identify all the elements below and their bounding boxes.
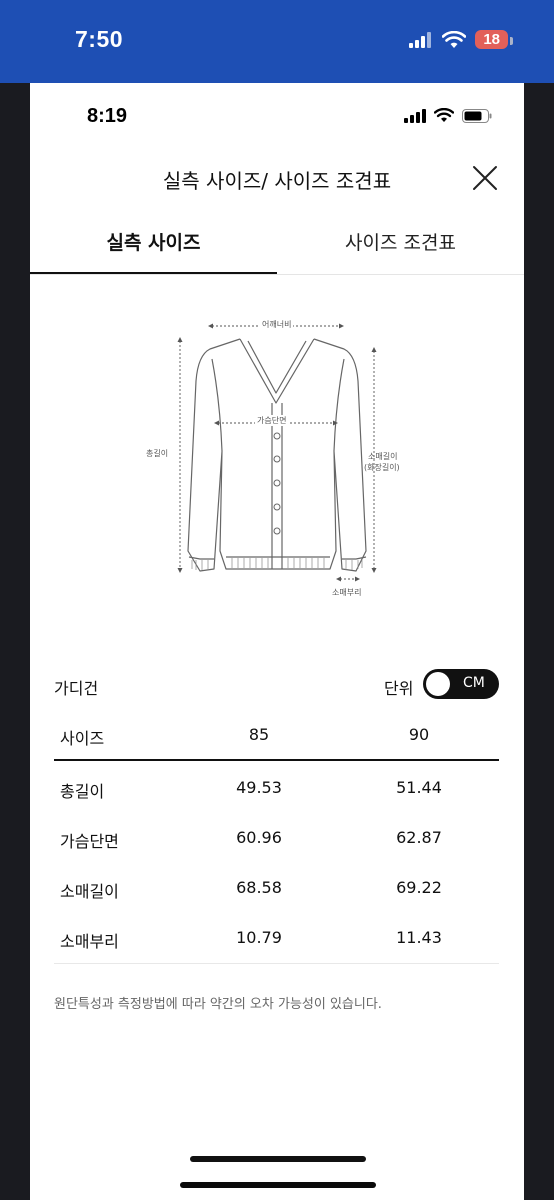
row-label: 가슴단면 bbox=[60, 832, 119, 851]
device-frame-left bbox=[0, 83, 30, 1200]
sleeve-length-label: 소매길이 bbox=[368, 452, 398, 461]
inner-status-icons bbox=[404, 108, 492, 123]
table-row: 소매부리 10.79 11.43 bbox=[54, 913, 499, 963]
battery-icon: 18 bbox=[475, 30, 513, 49]
tab-size-chart[interactable]: 사이즈 조견표 bbox=[277, 228, 524, 274]
header-size: 사이즈 bbox=[60, 729, 105, 748]
signal-icon bbox=[409, 31, 432, 48]
row-value: 69.22 bbox=[396, 878, 442, 897]
shoulder-width-label: 어깨너비 bbox=[260, 319, 294, 330]
table-row: 총길이 49.53 51.44 bbox=[54, 763, 499, 813]
tab-measured-size[interactable]: 실측 사이즈 bbox=[30, 228, 277, 274]
row-value: 10.79 bbox=[236, 928, 282, 947]
measurement-note: 원단특성과 측정방법에 따라 약간의 오차 가능성이 있습니다. bbox=[54, 997, 382, 1012]
wifi-icon bbox=[434, 108, 454, 122]
inner-status-time: 8:19 bbox=[87, 105, 128, 127]
table-row: 가슴단면 60.96 62.87 bbox=[54, 813, 499, 863]
close-icon[interactable] bbox=[472, 165, 498, 191]
outer-home-indicator bbox=[180, 1182, 376, 1188]
home-indicator bbox=[190, 1156, 366, 1162]
battery-icon bbox=[462, 108, 492, 123]
cardigan-diagram: 어깨너비 가슴단면 총길이 소매길이 (화장길이) 소매부리 bbox=[140, 311, 420, 611]
screenshot-screen: 8:19 실측 사이즈/ 사이즈 조견표 실측 사이즈 사이즈 조견표 어깨너비… bbox=[30, 83, 524, 1200]
unit-label: 단위 bbox=[384, 679, 414, 698]
row-label: 총길이 bbox=[60, 782, 105, 801]
size-table: 사이즈 85 90 총길이 49.53 51.44 가슴단면 60.96 62.… bbox=[54, 713, 499, 964]
header-85: 85 bbox=[248, 725, 270, 744]
unit-toggle[interactable]: CM bbox=[423, 669, 499, 699]
row-label: 소매길이 bbox=[60, 882, 119, 901]
row-label: 소매부리 bbox=[60, 932, 119, 951]
row-value: 68.58 bbox=[236, 878, 282, 897]
unit-value: CM bbox=[463, 675, 485, 691]
row-value: 49.53 bbox=[236, 778, 282, 797]
sleeve-cuff-label: 소매부리 bbox=[332, 588, 362, 597]
signal-icon bbox=[404, 108, 426, 123]
outer-status-bar: 7:50 18 bbox=[0, 0, 554, 83]
total-length-label: 총길이 bbox=[146, 449, 169, 458]
row-value: 62.87 bbox=[396, 828, 442, 847]
row-value: 51.44 bbox=[396, 778, 442, 797]
table-header-row: 사이즈 85 90 bbox=[54, 713, 499, 761]
header-90: 90 bbox=[408, 725, 430, 744]
toggle-knob bbox=[426, 672, 450, 696]
sleeve-length-alt-label: (화장길이) bbox=[364, 463, 400, 472]
wifi-icon bbox=[442, 30, 467, 48]
table-body: 총길이 49.53 51.44 가슴단면 60.96 62.87 소매길이 68… bbox=[54, 761, 499, 964]
size-tabs: 실측 사이즈 사이즈 조견표 bbox=[30, 228, 524, 275]
outer-status-time: 7:50 bbox=[75, 26, 124, 52]
product-name: 가디건 bbox=[54, 679, 99, 698]
device-frame-right bbox=[524, 83, 554, 1200]
table-row: 소매길이 68.58 69.22 bbox=[54, 863, 499, 913]
outer-status-icons: 18 bbox=[409, 30, 513, 49]
chest-width-label: 가슴단면 bbox=[255, 415, 289, 426]
modal-title: 실측 사이즈/ 사이즈 조견표 bbox=[162, 169, 392, 193]
row-value: 11.43 bbox=[396, 928, 442, 947]
row-value: 60.96 bbox=[236, 828, 282, 847]
